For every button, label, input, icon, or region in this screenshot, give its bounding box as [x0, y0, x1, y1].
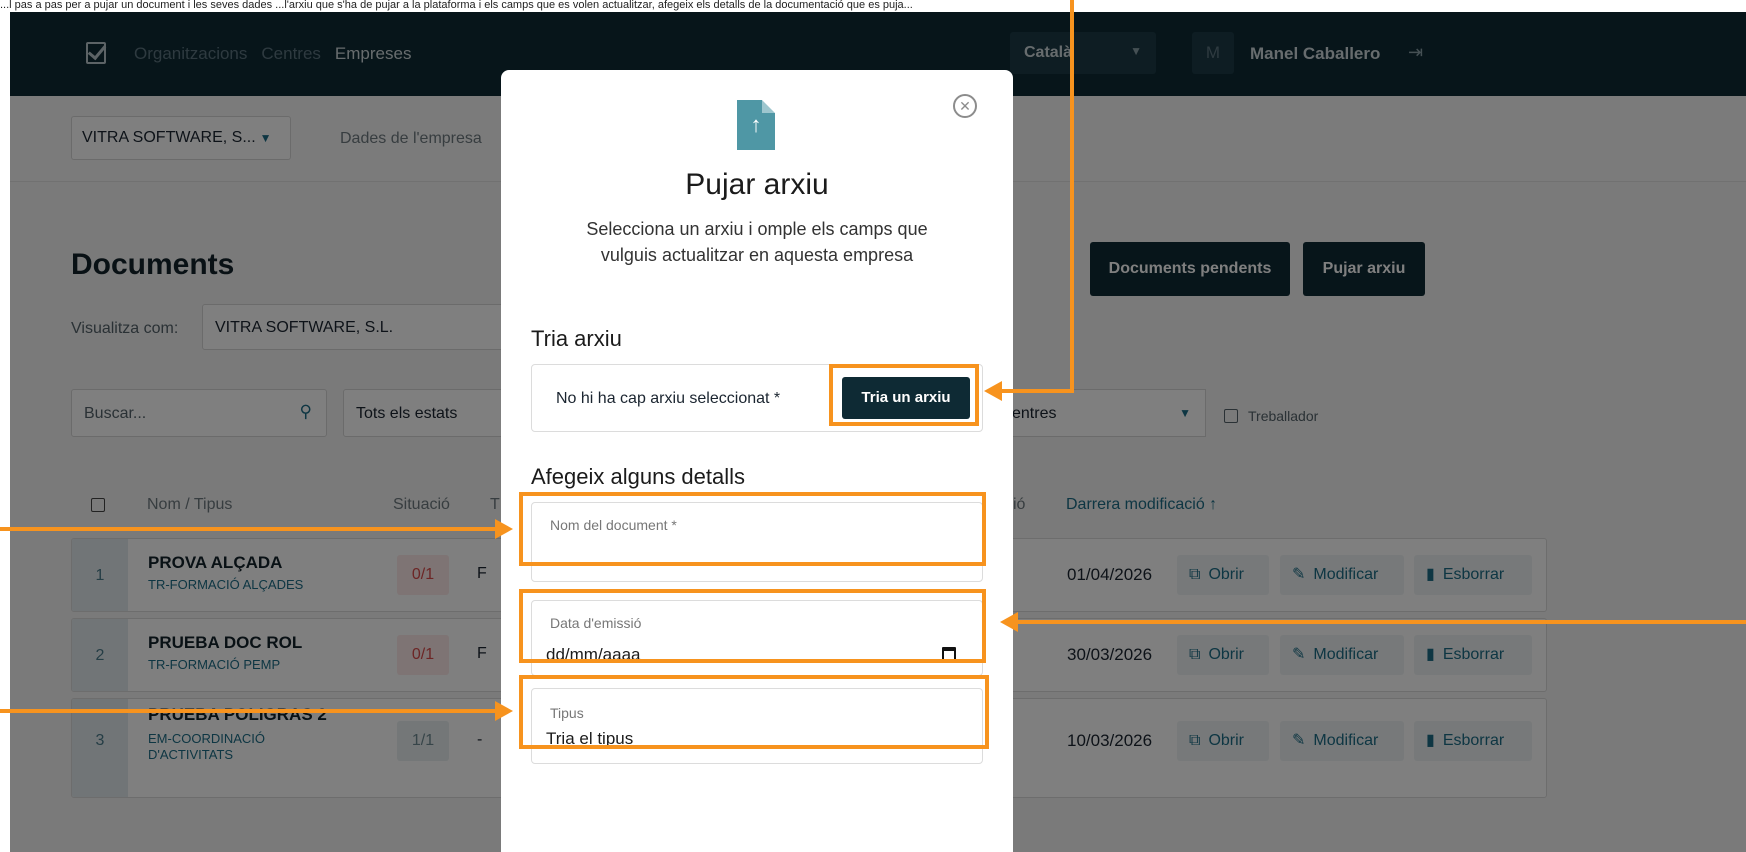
arrow-head	[495, 701, 513, 721]
highlight-type	[519, 675, 989, 749]
arrow-line	[0, 709, 495, 713]
arrow-head	[984, 381, 1002, 401]
dialog-subtitle: Selecciona un arxiu i omple els camps qu…	[586, 219, 928, 265]
dialog-title: Pujar arxiu	[685, 168, 829, 201]
no-file-text: No hi ha cap arxiu seleccionat *	[556, 390, 781, 407]
section-choose-file: Tria arxiu	[531, 326, 622, 351]
arrow-head	[495, 519, 513, 539]
arrow-line	[0, 527, 495, 531]
file-upload-icon: ↑	[737, 100, 775, 150]
arrow-line	[1016, 620, 1746, 624]
arrow-head	[1000, 612, 1018, 632]
arrow-line	[1000, 389, 1074, 393]
highlight-document-name	[519, 492, 986, 566]
highlight-choose-file	[829, 364, 979, 426]
annotation-strip: ...l pas a pas per a pujar un document i…	[0, 0, 1746, 12]
close-icon[interactable]: ✕	[953, 94, 977, 118]
arrow-line	[1070, 0, 1074, 393]
highlight-issue-date	[519, 589, 986, 663]
section-details: Afegeix alguns detalls	[531, 464, 746, 489]
